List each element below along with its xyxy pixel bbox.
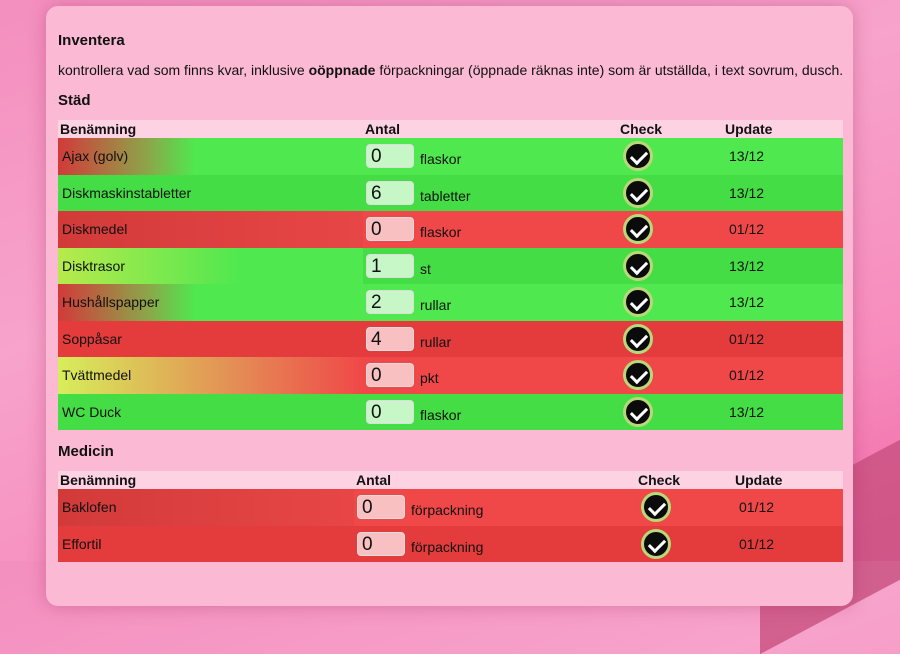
table-row: Effortil 0 förpackning 01/12 bbox=[58, 525, 843, 562]
update-date: 13/12 bbox=[723, 393, 843, 430]
unit-label: pkt bbox=[420, 370, 439, 387]
unit-label: flaskor bbox=[420, 406, 462, 423]
section-title-stad: Städ bbox=[58, 92, 91, 109]
table-row: Baklofen 0 förpackning 01/12 bbox=[58, 489, 843, 526]
table-row: Disktrasor 1 st 13/12 bbox=[58, 247, 843, 284]
qty-cell: 1 st bbox=[363, 247, 618, 284]
table-row: Hushållspapper 2 rullar 13/12 bbox=[58, 284, 843, 321]
check-cell bbox=[618, 211, 723, 248]
check-cell bbox=[618, 320, 723, 357]
inventory-card: Inventera kontrollera vad som finns kvar… bbox=[46, 6, 853, 606]
item-name: WC Duck bbox=[58, 393, 363, 430]
unit-label: rullar bbox=[420, 333, 452, 350]
qty-input[interactable]: 0 bbox=[357, 495, 405, 520]
instructions-text: kontrollera vad som finns kvar, inklusiv… bbox=[58, 62, 844, 78]
stad-table: Benämning Antal Check Update Ajax (golv)… bbox=[58, 120, 843, 430]
update-date: 13/12 bbox=[723, 284, 843, 321]
qty-cell: 0 förpackning bbox=[354, 489, 636, 526]
item-name: Baklofen bbox=[58, 489, 354, 526]
check-circle-icon[interactable] bbox=[623, 287, 653, 318]
medicin-table: Benämning Antal Check Update Baklofen 0 fö… bbox=[58, 471, 843, 562]
qty-input[interactable]: 0 bbox=[366, 399, 414, 424]
column-header-name: Benämning bbox=[58, 471, 354, 489]
qty-cell: 0 flaskor bbox=[363, 393, 618, 430]
column-header-check: Check bbox=[618, 120, 723, 138]
table-row: WC Duck 0 flaskor 13/12 bbox=[58, 393, 843, 430]
qty-input[interactable]: 0 bbox=[366, 144, 414, 169]
check-circle-icon[interactable] bbox=[641, 492, 671, 523]
check-cell bbox=[618, 357, 723, 394]
table-row: Diskmedel 0 flaskor 01/12 bbox=[58, 211, 843, 248]
update-date: 01/12 bbox=[723, 357, 843, 394]
qty-cell: 0 pkt bbox=[363, 357, 618, 394]
item-name: Diskmedel bbox=[58, 211, 363, 248]
column-header-name: Benämning bbox=[58, 120, 363, 138]
item-name: Ajax (golv) bbox=[58, 138, 363, 175]
item-name: Diskmaskinstabletter bbox=[58, 174, 363, 211]
qty-cell: 2 rullar bbox=[363, 284, 618, 321]
table-header-row: Benämning Antal Check Update bbox=[58, 471, 843, 489]
check-cell bbox=[618, 284, 723, 321]
qty-input[interactable]: 0 bbox=[366, 363, 414, 388]
item-name: Disktrasor bbox=[58, 247, 363, 284]
update-date: 01/12 bbox=[723, 211, 843, 248]
section-title-medicin: Medicin bbox=[58, 443, 114, 460]
check-cell bbox=[618, 247, 723, 284]
unit-label: förpackning bbox=[411, 502, 484, 519]
qty-cell: 0 förpackning bbox=[354, 525, 636, 562]
check-circle-icon[interactable] bbox=[623, 396, 653, 427]
update-date: 01/12 bbox=[723, 320, 843, 357]
item-name: Effortil bbox=[58, 525, 354, 562]
item-name: Hushållspapper bbox=[58, 284, 363, 321]
qty-input[interactable]: 0 bbox=[366, 217, 414, 242]
check-circle-icon[interactable] bbox=[623, 141, 653, 172]
table-row: Ajax (golv) 0 flaskor 13/12 bbox=[58, 138, 843, 175]
column-header-update: Update bbox=[733, 471, 843, 489]
qty-input[interactable]: 1 bbox=[366, 253, 414, 278]
check-cell bbox=[618, 393, 723, 430]
update-date: 13/12 bbox=[723, 174, 843, 211]
item-name: Tvättmedel bbox=[58, 357, 363, 394]
update-date: 13/12 bbox=[723, 247, 843, 284]
check-circle-icon[interactable] bbox=[623, 250, 653, 281]
update-date: 01/12 bbox=[733, 489, 843, 526]
qty-cell: 0 flaskor bbox=[363, 211, 618, 248]
unit-label: förpackning bbox=[411, 538, 484, 555]
check-circle-icon[interactable] bbox=[623, 360, 653, 391]
check-cell bbox=[618, 138, 723, 175]
check-cell bbox=[636, 525, 733, 562]
table-header-row: Benämning Antal Check Update bbox=[58, 120, 843, 138]
unit-label: tabletter bbox=[420, 187, 471, 204]
unit-label: flaskor bbox=[420, 151, 462, 168]
column-header-update: Update bbox=[723, 120, 843, 138]
column-header-qty: Antal bbox=[363, 120, 618, 138]
check-circle-icon[interactable] bbox=[641, 528, 671, 559]
qty-input[interactable]: 6 bbox=[366, 180, 414, 205]
unit-label: st bbox=[420, 260, 431, 277]
column-header-qty: Antal bbox=[354, 471, 636, 489]
unit-label: flaskor bbox=[420, 224, 462, 241]
qty-cell: 4 rullar bbox=[363, 320, 618, 357]
page-title: Inventera bbox=[58, 32, 125, 49]
update-date: 13/12 bbox=[723, 138, 843, 175]
check-circle-icon[interactable] bbox=[623, 323, 653, 354]
qty-cell: 6 tabletter bbox=[363, 174, 618, 211]
check-circle-icon[interactable] bbox=[623, 214, 653, 245]
qty-cell: 0 flaskor bbox=[363, 138, 618, 175]
check-cell bbox=[618, 174, 723, 211]
qty-input[interactable]: 0 bbox=[357, 531, 405, 556]
check-circle-icon[interactable] bbox=[623, 177, 653, 208]
table-row: Tvättmedel 0 pkt 01/12 bbox=[58, 357, 843, 394]
update-date: 01/12 bbox=[733, 525, 843, 562]
qty-input[interactable]: 2 bbox=[366, 290, 414, 315]
check-cell bbox=[636, 489, 733, 526]
unit-label: rullar bbox=[420, 297, 452, 314]
table-row: Soppåsar 4 rullar 01/12 bbox=[58, 320, 843, 357]
item-name: Soppåsar bbox=[58, 320, 363, 357]
qty-input[interactable]: 4 bbox=[366, 326, 414, 351]
column-header-check: Check bbox=[636, 471, 733, 489]
table-row: Diskmaskinstabletter 6 tabletter 13/12 bbox=[58, 174, 843, 211]
